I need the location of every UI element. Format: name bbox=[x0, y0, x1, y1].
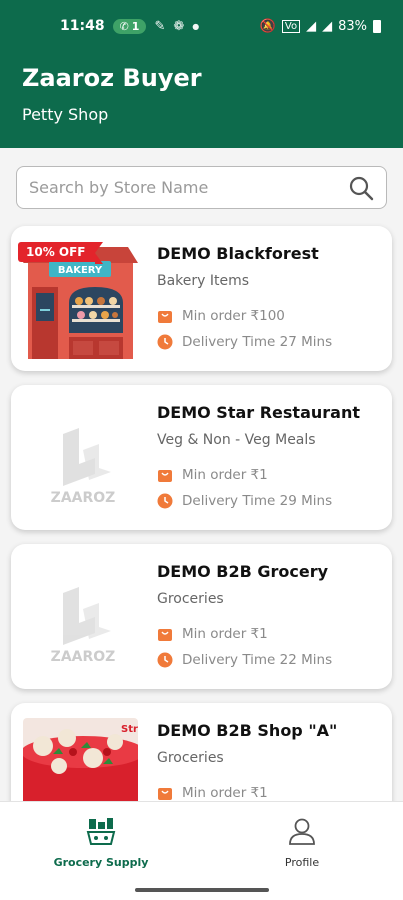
store-card[interactable]: ZAAROZ DEMO B2B Grocery Groceries Min or… bbox=[11, 544, 392, 689]
store-category: Veg & Non - Veg Meals bbox=[157, 432, 316, 448]
nav-label: Grocery Supply bbox=[53, 856, 149, 869]
min-order-text: Min order ₹100 bbox=[182, 308, 285, 324]
status-time: 11:48 bbox=[60, 18, 105, 34]
grocery-supply-icon bbox=[86, 818, 116, 845]
store-name: DEMO Star Restaurant bbox=[157, 403, 360, 422]
store-search-bar[interactable] bbox=[16, 166, 387, 209]
delivery-time-text: Delivery Time 29 Mins bbox=[182, 493, 333, 509]
shop-type-subtitle[interactable]: Petty Shop bbox=[22, 105, 108, 124]
more-notifications-dot-icon: ● bbox=[192, 21, 200, 31]
status-bar: 11:48 ✆ 1 ✎ ❁ ● 🔕 Vo ◢ ◢ 83% bbox=[0, 0, 403, 52]
app-notification-icon-2: ❁ bbox=[173, 18, 185, 34]
app-screen: 11:48 ✆ 1 ✎ ❁ ● 🔕 Vo ◢ ◢ 83% Zaaroz Buye… bbox=[0, 0, 403, 900]
status-right: 🔕 Vo ◢ ◢ 83% bbox=[260, 19, 381, 34]
svg-text:Str: Str bbox=[121, 724, 138, 735]
delivery-time-text: Delivery Time 22 Mins bbox=[182, 652, 333, 668]
profile-icon bbox=[289, 818, 315, 845]
app-notification-icon: ✎ bbox=[154, 18, 166, 34]
app-header: 11:48 ✆ 1 ✎ ❁ ● 🔕 Vo ◢ ◢ 83% Zaaroz Buye… bbox=[0, 0, 403, 148]
clock-icon bbox=[157, 493, 173, 509]
shopping-bag-icon bbox=[158, 629, 172, 641]
zaaroz-logo-placeholder: ZAAROZ bbox=[23, 559, 138, 677]
app-title: Zaaroz Buyer bbox=[22, 64, 202, 92]
min-order-row: Min order ₹100 bbox=[157, 308, 285, 324]
nav-label: Profile bbox=[284, 856, 320, 869]
nav-profile[interactable]: Profile bbox=[232, 816, 372, 869]
battery-icon bbox=[373, 19, 381, 33]
shopping-bag-icon bbox=[158, 788, 172, 800]
logo-text: ZAAROZ bbox=[51, 490, 116, 506]
zaaroz-logo-placeholder: ZAAROZ bbox=[23, 400, 138, 518]
phone-icon: ✆ bbox=[119, 19, 129, 33]
shopping-bag-icon bbox=[158, 470, 172, 482]
delivery-time-row: Delivery Time 29 Mins bbox=[157, 493, 332, 509]
notification-count: 1 bbox=[131, 19, 140, 33]
volte-icon: Vo bbox=[281, 19, 301, 33]
mute-icon: 🔕 bbox=[259, 18, 276, 34]
signal-icon-2: ◢ bbox=[322, 18, 333, 34]
store-category: Bakery Items bbox=[157, 273, 250, 289]
delivery-time-row: Delivery Time 27 Mins bbox=[157, 334, 332, 350]
delivery-time-row: Delivery Time 22 Mins bbox=[157, 652, 332, 668]
min-order-row: Min order ₹1 bbox=[157, 626, 268, 642]
search-icon[interactable] bbox=[348, 175, 374, 201]
min-order-text: Min order ₹1 bbox=[182, 785, 268, 801]
signal-icon: ◢ bbox=[306, 18, 317, 34]
store-name: DEMO B2B Shop "A" bbox=[157, 721, 338, 740]
store-card[interactable]: ZAAROZ DEMO Star Restaurant Veg & Non - … bbox=[11, 385, 392, 530]
svg-text:BAKERY: BAKERY bbox=[58, 265, 103, 276]
clock-icon bbox=[157, 334, 173, 350]
min-order-row: Min order ₹1 bbox=[157, 785, 268, 801]
home-gesture-bar[interactable] bbox=[135, 888, 269, 892]
store-card[interactable]: 10% OFF BAKERY DEMO Blackforest Bakery I… bbox=[11, 226, 392, 371]
discount-badge: 10% OFF bbox=[18, 242, 102, 264]
store-name: DEMO B2B Grocery bbox=[157, 562, 329, 581]
bottom-navigation: Grocery Supply Profile bbox=[0, 801, 403, 900]
store-name: DEMO Blackforest bbox=[157, 244, 319, 263]
logo-text: ZAAROZ bbox=[51, 649, 116, 665]
battery-level: 83% bbox=[338, 18, 367, 34]
min-order-text: Min order ₹1 bbox=[182, 467, 268, 483]
min-order-text: Min order ₹1 bbox=[182, 626, 268, 642]
delivery-time-text: Delivery Time 27 Mins bbox=[182, 334, 333, 350]
search-input[interactable] bbox=[29, 178, 348, 197]
clock-icon bbox=[157, 652, 173, 668]
store-category: Groceries bbox=[157, 750, 224, 766]
store-category: Groceries bbox=[157, 591, 224, 607]
shopping-bag-icon bbox=[158, 311, 172, 323]
notification-pill: ✆ 1 bbox=[112, 18, 147, 34]
nav-grocery-supply[interactable]: Grocery Supply bbox=[31, 816, 171, 869]
min-order-row: Min order ₹1 bbox=[157, 467, 268, 483]
